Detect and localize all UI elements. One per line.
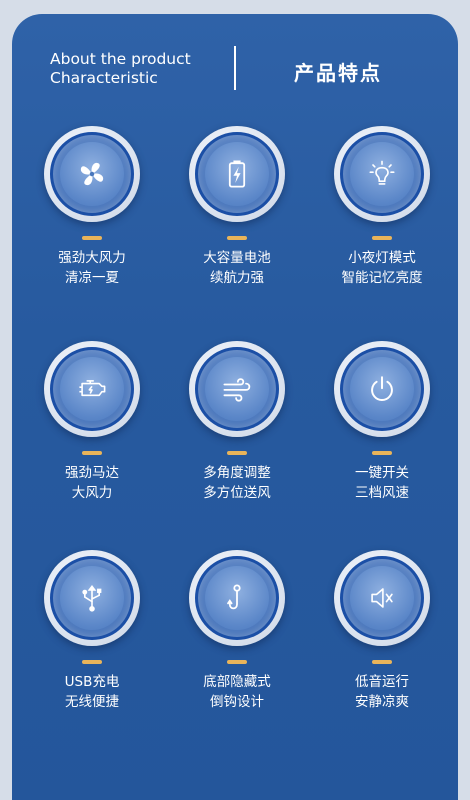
feature-grid: 强劲大风力 清凉一夏 大容量电池 续航力强 小夜灯模式 智能记忆亮度 强劲马达 … [0, 0, 470, 800]
power-icon [371, 376, 393, 401]
wind-icon [223, 378, 251, 402]
motor-icon [79, 380, 106, 397]
accent-dash [82, 451, 102, 455]
feature-label: 一键开关 三档风速 [355, 465, 409, 501]
accent-dash [227, 451, 247, 455]
accent-dash [372, 451, 392, 455]
feature-label: 大容量电池 续航力强 [203, 250, 271, 286]
usb-icon [82, 584, 102, 612]
feature-label: 强劲大风力 清凉一夏 [58, 250, 126, 286]
feature-label: 底部隐藏式 倒钩设计 [203, 674, 271, 710]
accent-dash [227, 236, 247, 240]
feature-label: 小夜灯模式 智能记忆亮度 [341, 250, 423, 286]
hook-icon [227, 584, 241, 610]
fan-icon [80, 162, 104, 186]
feature-label: USB充电 无线便捷 [64, 674, 120, 710]
accent-dash [372, 660, 392, 664]
feature-label: 多角度调整 多方位送风 [203, 465, 271, 501]
mute-speaker-icon [371, 588, 393, 608]
feature-label: 低音运行 安静凉爽 [355, 674, 409, 710]
feature-label: 强劲马达 大风力 [65, 465, 119, 501]
accent-dash [82, 660, 102, 664]
lightbulb-icon [369, 160, 395, 185]
accent-dash [227, 660, 247, 664]
accent-dash [82, 236, 102, 240]
battery-icon [228, 160, 246, 188]
accent-dash [372, 236, 392, 240]
